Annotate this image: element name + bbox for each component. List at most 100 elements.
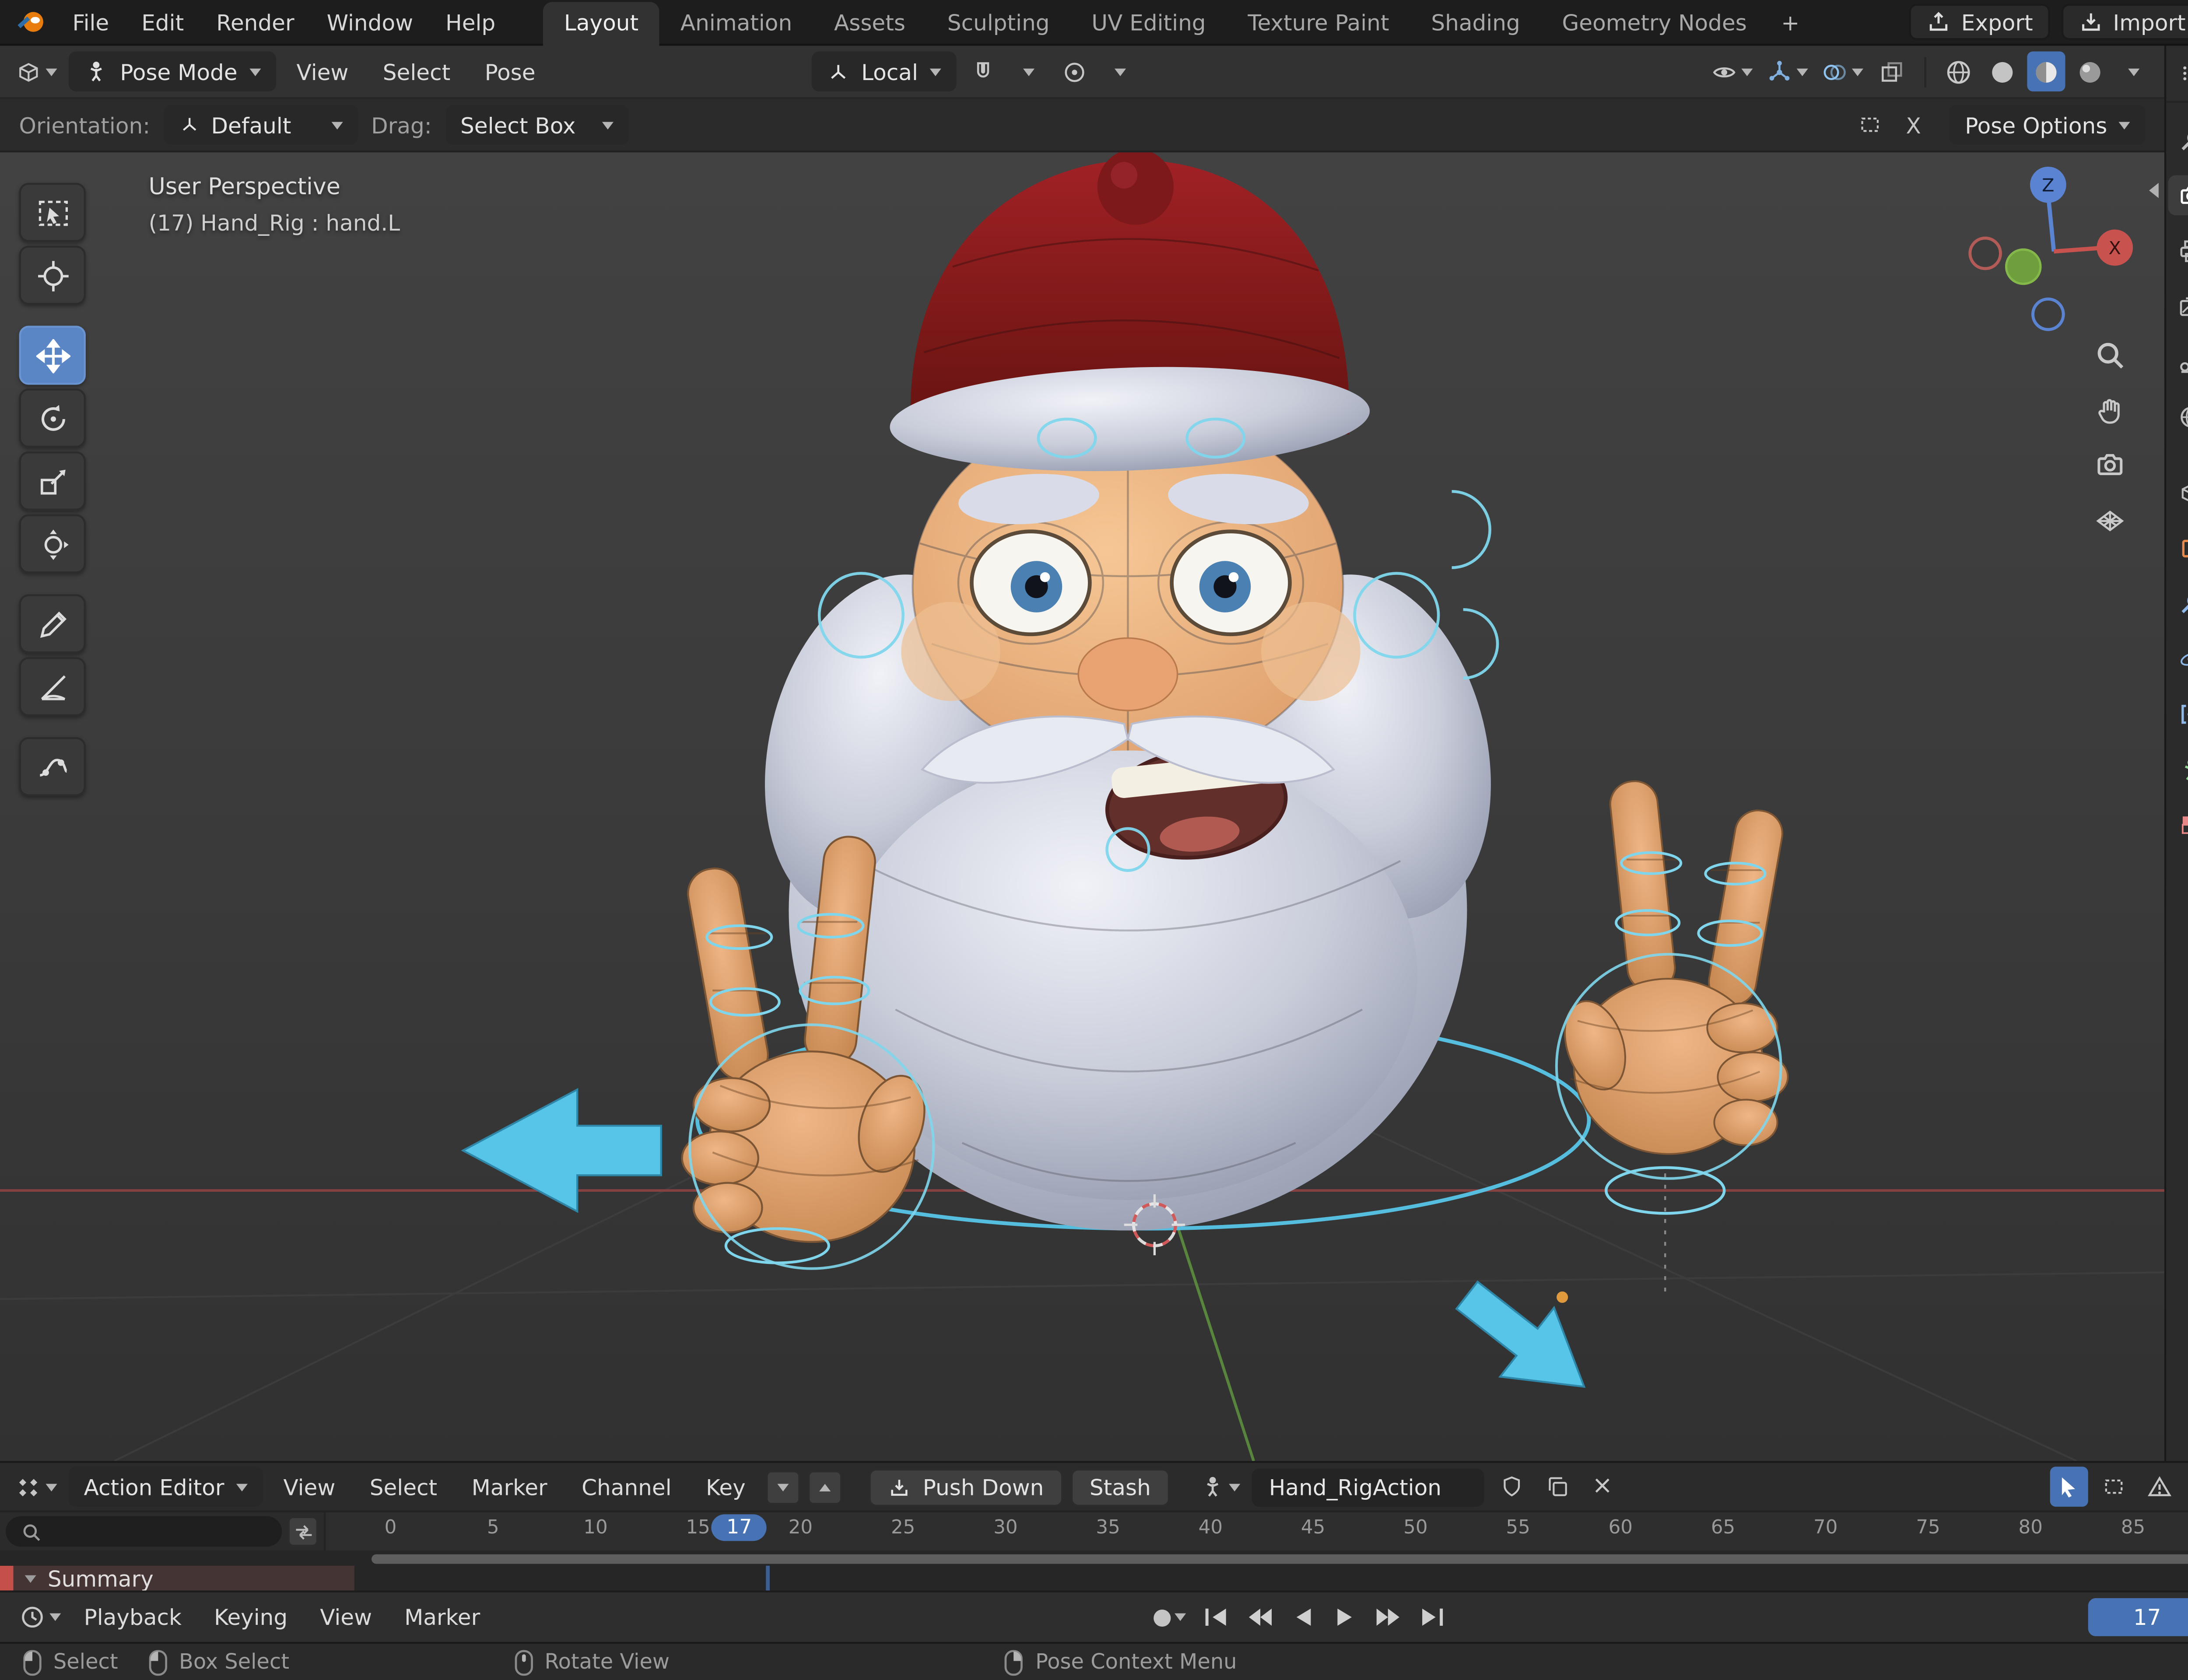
menu-keying[interactable]: Keying (201, 1596, 301, 1638)
camera-view-icon[interactable] (2094, 449, 2126, 482)
sidebar-toggle-arrow[interactable] (2149, 182, 2159, 198)
tab-modifiers[interactable] (2168, 583, 2188, 623)
tab-world[interactable] (2168, 396, 2188, 436)
channel-filter-toggle[interactable] (288, 1516, 319, 1547)
tab-sculpting[interactable]: Sculpting (926, 1, 1071, 45)
toggle-perspective-icon[interactable] (2094, 505, 2126, 537)
shading-options-button[interactable] (2115, 52, 2153, 91)
dopesheet-hscrollbar[interactable] (0, 1550, 2188, 1566)
scrollbar-thumb[interactable] (371, 1553, 2188, 1563)
shading-wireframe-button[interactable] (1939, 52, 1978, 91)
current-frame-indicator[interactable]: 17 (711, 1514, 768, 1541)
only-show-selected-toggle[interactable] (2049, 1466, 2088, 1507)
shading-rendered-button[interactable] (2071, 52, 2109, 91)
auto-keying-toggle[interactable] (1150, 1597, 1190, 1637)
proportional-falloff-button[interactable] (1101, 52, 1139, 91)
tab-scene[interactable] (2168, 341, 2188, 381)
import-button[interactable]: Import (2061, 4, 2188, 40)
tool-select-box[interactable] (19, 182, 86, 242)
pose-options-dropdown[interactable]: Pose Options (1950, 105, 2146, 145)
next-keyframe-button[interactable] (1371, 1597, 1409, 1637)
menu-edit[interactable]: Edit (126, 3, 199, 41)
tool-pose-breakdowner[interactable] (19, 737, 86, 796)
tab-texture-paint[interactable]: Texture Paint (1227, 1, 1410, 45)
show-errors-toggle[interactable] (2141, 1466, 2179, 1506)
show-gizmo-button[interactable] (1762, 52, 1812, 91)
jump-to-start-button[interactable] (1196, 1597, 1234, 1637)
fake-user-button[interactable] (1492, 1466, 1530, 1506)
play-button[interactable] (1327, 1597, 1365, 1637)
stash-button[interactable]: Stash (1070, 1467, 1170, 1506)
menu-marker[interactable]: Marker (391, 1596, 494, 1638)
object-visibility-button[interactable] (1707, 52, 1757, 91)
menu-view[interactable]: View (307, 1596, 386, 1638)
current-frame-field[interactable]: 17 (2088, 1598, 2188, 1636)
tab-render[interactable] (2168, 175, 2188, 215)
tab-object[interactable] (2168, 528, 2188, 567)
move-channels-up-button[interactable] (808, 1469, 843, 1504)
menu-help[interactable]: Help (430, 3, 511, 41)
mirror-x-toggle[interactable]: X (1894, 105, 1932, 144)
tool-rotate[interactable] (19, 388, 86, 448)
editor-type-button[interactable] (11, 52, 61, 91)
tool-transform[interactable] (19, 514, 86, 574)
tab-animation[interactable]: Animation (659, 1, 813, 45)
xray-toggle[interactable] (1873, 52, 1911, 91)
zoom-icon[interactable] (2094, 339, 2126, 371)
viewport-3d[interactable]: Z X User Perspective (17) Hand_Rig : han… (0, 152, 2164, 1461)
add-workspace-button[interactable]: + (1768, 1, 1813, 45)
tool-scale[interactable] (19, 451, 86, 511)
mirror-options-button[interactable] (1851, 105, 1889, 144)
action-name-field[interactable]: Hand_RigAction (1252, 1467, 1484, 1506)
tab-layout[interactable]: Layout (543, 1, 660, 45)
editor-type-button[interactable] (2176, 53, 2188, 93)
tab-collection[interactable] (2168, 472, 2188, 512)
tab-data[interactable] (2168, 749, 2188, 788)
browse-action-button[interactable] (1196, 1466, 1244, 1506)
tab-constraints[interactable] (2168, 693, 2188, 733)
summary-channel[interactable]: Summary (0, 1565, 354, 1592)
tool-cursor[interactable] (19, 245, 86, 305)
menu-file[interactable]: File (57, 3, 124, 41)
snap-toggle[interactable] (964, 52, 1002, 91)
shading-solid-button[interactable] (1983, 52, 2021, 91)
proportional-edit-toggle[interactable] (1055, 52, 1093, 91)
tool-move[interactable] (19, 326, 86, 385)
tool-annotate[interactable] (19, 594, 86, 654)
pan-hand-icon[interactable] (2094, 394, 2126, 427)
frame-ruler[interactable]: 0510152025303540455055606570758085909510… (324, 1512, 2188, 1550)
blender-logo-icon[interactable] (15, 6, 48, 38)
menu-pose[interactable]: Pose (471, 50, 549, 92)
push-down-button[interactable]: Push Down (869, 1467, 1063, 1506)
menu-view[interactable]: View (283, 50, 362, 92)
menu-render[interactable]: Render (201, 3, 309, 41)
tab-assets[interactable]: Assets (813, 1, 926, 45)
shading-material-button[interactable] (2027, 51, 2065, 91)
editor-type-button[interactable] (11, 1466, 61, 1506)
menu-playback[interactable]: Playback (70, 1596, 195, 1638)
show-overlays-button[interactable] (1818, 52, 1867, 91)
menu-channel[interactable]: Channel (568, 1466, 685, 1508)
drag-mode-select[interactable]: Select Box (445, 105, 628, 145)
tab-physics[interactable] (2168, 638, 2188, 678)
show-hidden-toggle[interactable] (2095, 1466, 2133, 1506)
transform-orientation-select[interactable]: Local (811, 51, 956, 91)
axis-y-ball[interactable] (2005, 248, 2042, 285)
tab-shading[interactable]: Shading (1410, 1, 1541, 45)
dopesheet-mode-select[interactable]: Action Editor (68, 1466, 263, 1507)
jump-to-end-button[interactable] (1415, 1597, 1453, 1637)
tab-geometry-nodes[interactable]: Geometry Nodes (1541, 1, 1768, 45)
snap-options-button[interactable] (1010, 52, 1048, 91)
menu-view[interactable]: View (270, 1466, 349, 1508)
play-reverse-button[interactable] (1283, 1597, 1321, 1637)
unlink-action-button[interactable]: × (1583, 1466, 1621, 1506)
menu-select[interactable]: Select (356, 1466, 450, 1508)
previous-keyframe-button[interactable] (1239, 1597, 1277, 1637)
channel-search-input[interactable] (6, 1516, 282, 1547)
tab-tool[interactable] (2168, 120, 2188, 160)
tab-view-layer[interactable] (2168, 286, 2188, 326)
tool-measure[interactable] (19, 657, 86, 717)
menu-select[interactable]: Select (369, 50, 463, 92)
summary-keyframe-area[interactable] (354, 1565, 2188, 1592)
axis-neg-x-ball[interactable] (1968, 236, 2002, 270)
